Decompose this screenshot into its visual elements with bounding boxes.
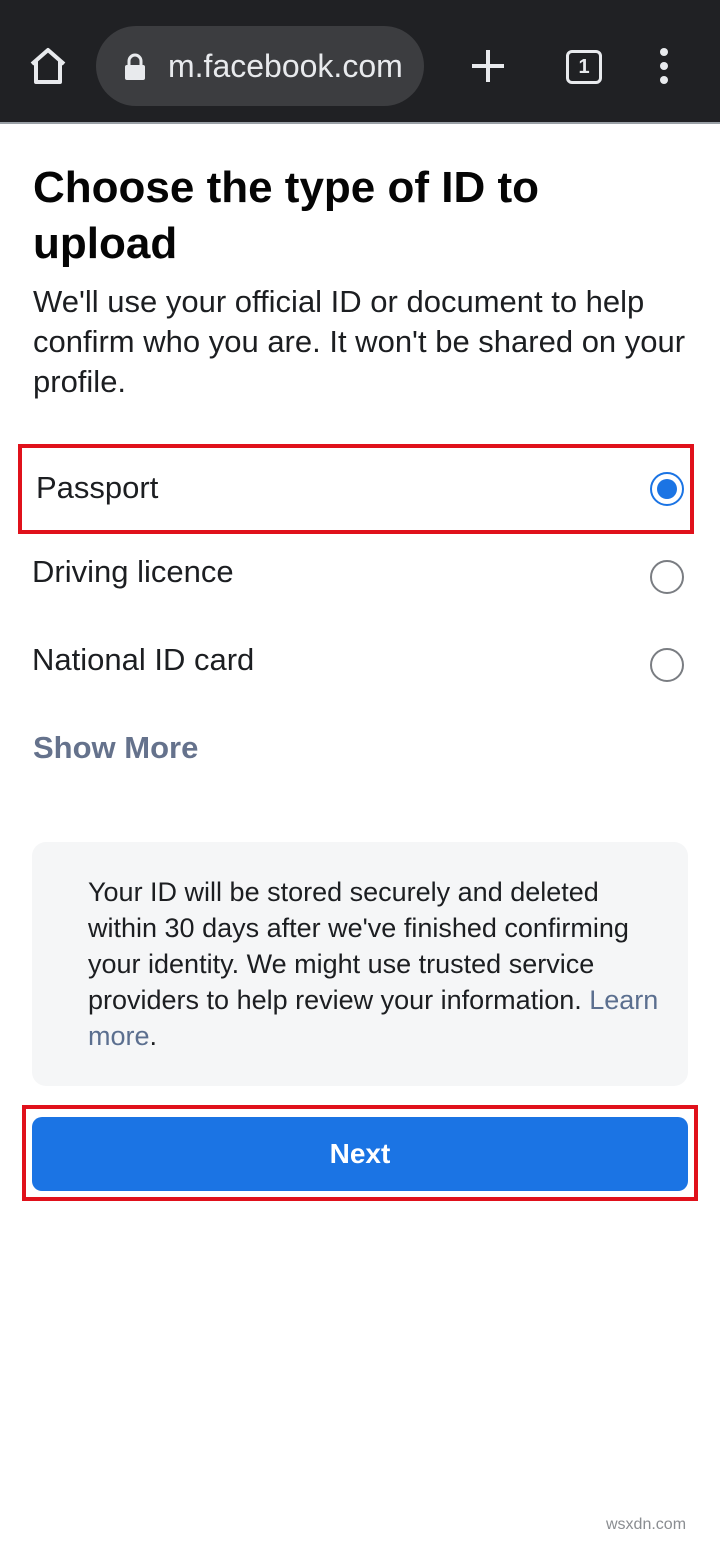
- next-button[interactable]: Next: [32, 1117, 688, 1191]
- url-text: m.facebook.com: [168, 48, 403, 84]
- option-label: Driving licence: [32, 554, 234, 589]
- home-icon[interactable]: [24, 42, 72, 90]
- radio-button[interactable]: [650, 560, 684, 594]
- info-trailing: .: [149, 1021, 158, 1051]
- new-tab-icon[interactable]: [466, 44, 510, 88]
- show-more-link[interactable]: Show More: [33, 728, 198, 768]
- info-body: Your ID will be stored securely and dele…: [88, 877, 629, 1015]
- info-text: Your ID will be stored securely and dele…: [88, 874, 668, 1054]
- option-national-id-card[interactable]: National ID card: [18, 620, 694, 710]
- radio-button[interactable]: [650, 648, 684, 682]
- option-passport[interactable]: Passport: [18, 444, 694, 534]
- more-options-icon[interactable]: [648, 46, 680, 86]
- page-title: Choose the type of ID to upload: [33, 163, 539, 268]
- radio-button-selected[interactable]: [650, 472, 684, 506]
- watermark: wsxdn.com: [606, 1516, 687, 1533]
- lock-icon: [125, 53, 145, 80]
- page-subtitle: We'll use your official ID or document t…: [33, 284, 686, 399]
- option-label: Passport: [36, 470, 159, 505]
- info-box: Your ID will be stored securely and dele…: [32, 842, 688, 1086]
- tab-switcher-button[interactable]: 1: [566, 50, 602, 84]
- browser-toolbar: m.facebook.com 1: [0, 0, 720, 124]
- option-label: National ID card: [32, 642, 255, 677]
- address-bar[interactable]: m.facebook.com: [96, 26, 424, 106]
- option-driving-licence[interactable]: Driving licence: [18, 532, 694, 622]
